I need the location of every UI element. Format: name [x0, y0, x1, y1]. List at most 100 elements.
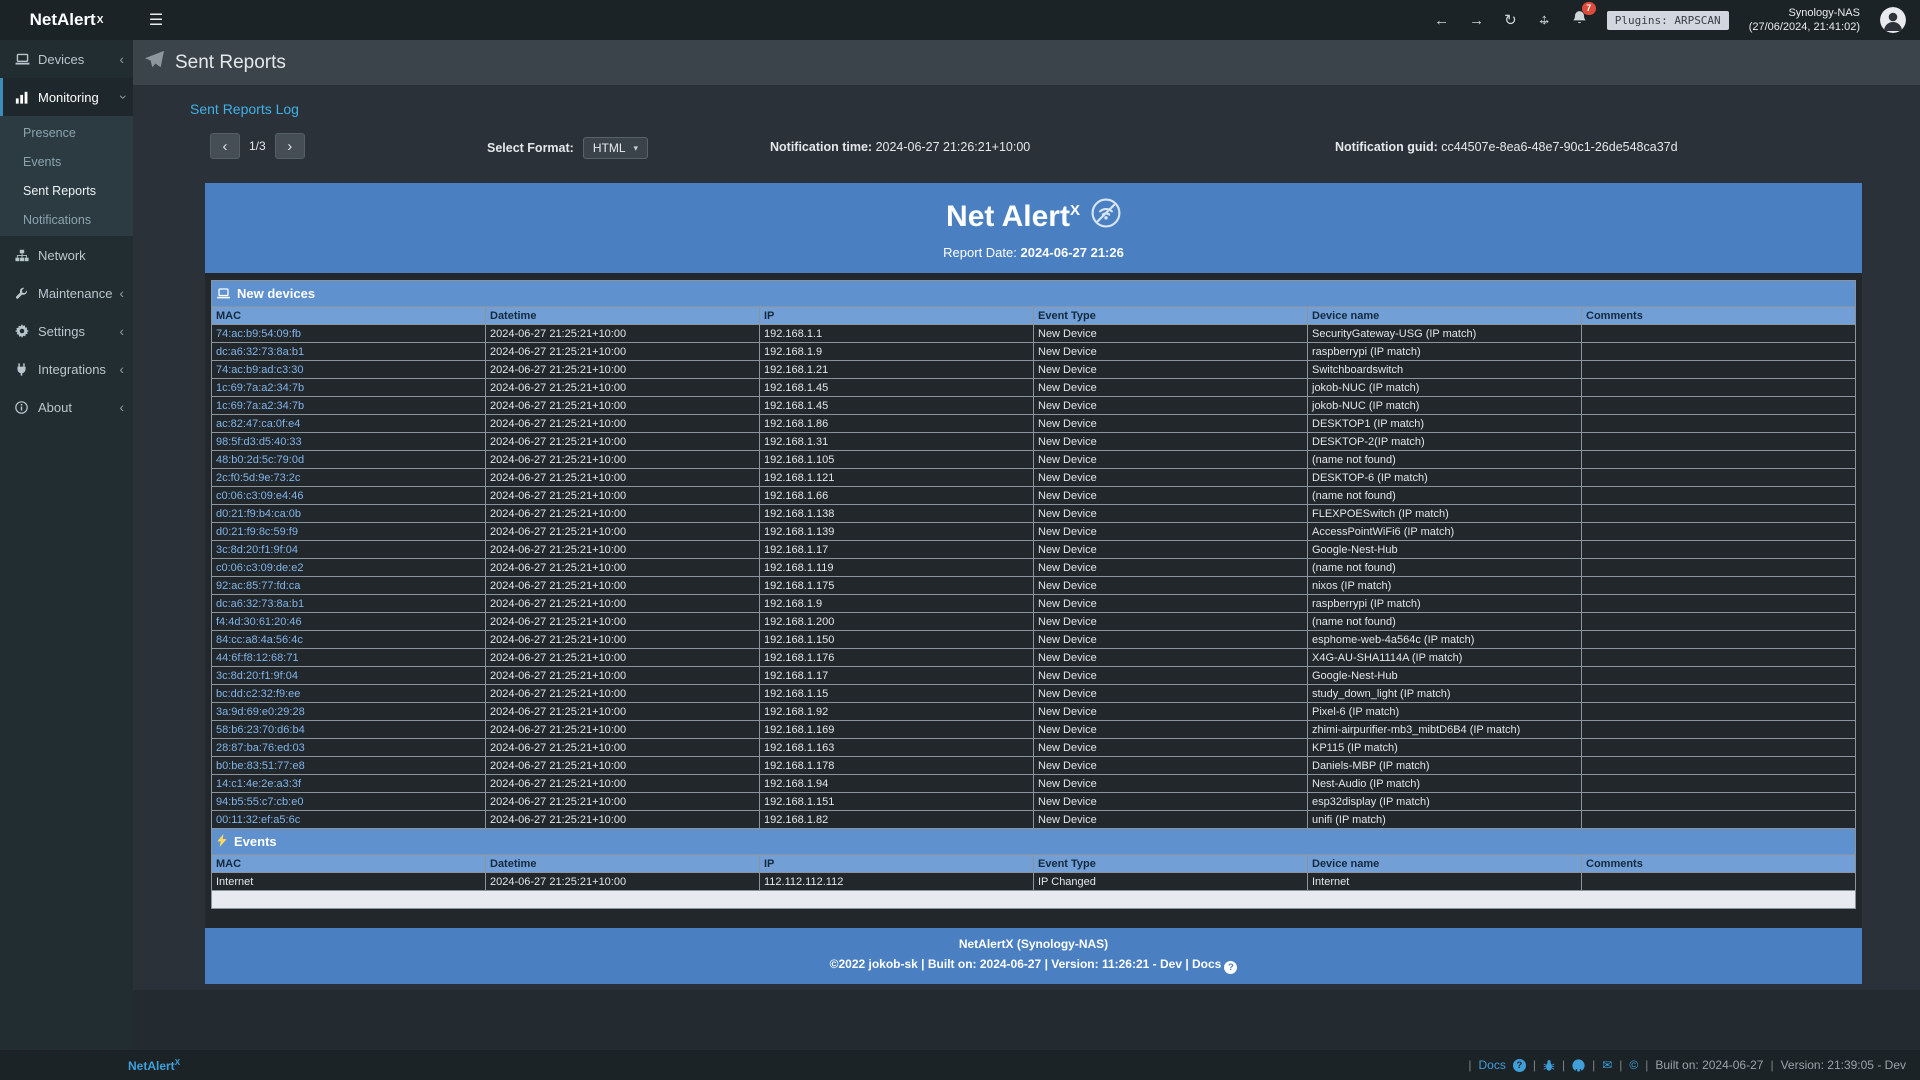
- sidebar-item-events[interactable]: Events: [0, 147, 133, 176]
- sidebar-item-settings[interactable]: Settings ‹: [0, 312, 133, 350]
- mac-cell[interactable]: f4:4d:30:61:20:46: [212, 613, 486, 631]
- mac-address-link[interactable]: 92:ac:85:77:fd:ca: [216, 580, 300, 592]
- mac-cell[interactable]: 00:11:32:ef:a5:6c: [212, 811, 486, 829]
- forward-icon[interactable]: →: [1469, 13, 1484, 28]
- refresh-icon[interactable]: ↻: [1504, 13, 1517, 28]
- mac-cell[interactable]: 1c:69:7a:a2:34:7b: [212, 379, 486, 397]
- mac-cell[interactable]: 2c:f0:5d:9e:73:2c: [212, 469, 486, 487]
- sidebar-item-devices[interactable]: Devices ‹: [0, 40, 133, 78]
- prev-page-button[interactable]: ‹: [210, 133, 240, 159]
- mac-address-link[interactable]: bc:dd:c2:32:f9:ee: [216, 688, 300, 700]
- mac-address-link[interactable]: 48:b0:2d:5c:79:0d: [216, 454, 304, 466]
- mac-address-link[interactable]: 28:87:ba:76:ed:03: [216, 742, 305, 754]
- copyright-icon[interactable]: ©: [1629, 1058, 1638, 1072]
- mac-address-link[interactable]: d0:21:f9:b4:ca:0b: [216, 508, 301, 520]
- mac-address-link[interactable]: c0:06:c3:09:e4:46: [216, 490, 303, 502]
- mac-cell[interactable]: dc:a6:32:73:8a:b1: [212, 595, 486, 613]
- event-type-cell: New Device: [1034, 505, 1308, 523]
- user-avatar[interactable]: [1880, 7, 1906, 33]
- docs-link[interactable]: Docs: [1479, 1058, 1506, 1072]
- plug-icon: [15, 363, 38, 376]
- mac-cell[interactable]: 1c:69:7a:a2:34:7b: [212, 397, 486, 415]
- mac-cell[interactable]: 74:ac:b9:54:09:fb: [212, 325, 486, 343]
- sidebar-item-network[interactable]: Network: [0, 236, 133, 274]
- notifications-bell[interactable]: 7: [1572, 10, 1587, 31]
- mac-cell[interactable]: 94:b5:55:c7:cb:e0: [212, 793, 486, 811]
- mac-address-link[interactable]: 3c:8d:20:f1:9f:04: [216, 544, 298, 556]
- mac-address-link[interactable]: 14:c1:4e:2e:a3:3f: [216, 778, 301, 790]
- sidebar-item-monitoring[interactable]: Monitoring ‹: [0, 78, 133, 116]
- mac-address-link[interactable]: c0:06:c3:09:de:e2: [216, 562, 303, 574]
- brand-logo[interactable]: NetAlertX: [0, 0, 133, 40]
- mac-cell[interactable]: 98:5f:d3:d5:40:33: [212, 433, 486, 451]
- sidebar-item-about[interactable]: About ‹: [0, 388, 133, 426]
- footer-brand-link[interactable]: NetAlertX: [128, 1058, 180, 1073]
- email-icon[interactable]: ✉: [1602, 1058, 1612, 1072]
- mac-cell[interactable]: 58:b6:23:70:d6:b4: [212, 721, 486, 739]
- sidebar-item-notifications[interactable]: Notifications: [0, 205, 133, 234]
- report-table-row: 58:b6:23:70:d6:b42024-06-27 21:25:21+10:…: [212, 721, 1856, 739]
- sidebar-item-integrations[interactable]: Integrations ‹: [0, 350, 133, 388]
- mac-address-link[interactable]: 2c:f0:5d:9e:73:2c: [216, 472, 300, 484]
- mac-address-link[interactable]: b0:be:83:51:77:e8: [216, 760, 305, 772]
- next-page-button[interactable]: ›: [275, 133, 305, 159]
- mac-cell[interactable]: 28:87:ba:76:ed:03: [212, 739, 486, 757]
- mac-address-link[interactable]: f4:4d:30:61:20:46: [216, 616, 302, 628]
- mac-address-link[interactable]: d0:21:f9:8c:59:f9: [216, 526, 298, 538]
- mac-address-link[interactable]: 74:ac:b9:54:09:fb: [216, 328, 301, 340]
- mac-cell[interactable]: 3a:9d:69:e0:29:28: [212, 703, 486, 721]
- mac-cell[interactable]: 14:c1:4e:2e:a3:3f: [212, 775, 486, 793]
- move-icon[interactable]: ↔↕: [1537, 12, 1552, 28]
- mac-address-link[interactable]: 1c:69:7a:a2:34:7b: [216, 400, 304, 412]
- monitoring-icon: [15, 91, 38, 104]
- mac-cell[interactable]: 74:ac:b9:ad:c3:30: [212, 361, 486, 379]
- mac-address-link[interactable]: 3a:9d:69:e0:29:28: [216, 706, 305, 718]
- mac-cell[interactable]: bc:dd:c2:32:f9:ee: [212, 685, 486, 703]
- ip-cell: 192.168.1.9: [760, 595, 1034, 613]
- question-circle-icon[interactable]: ?: [1513, 1059, 1526, 1072]
- mac-cell[interactable]: 3c:8d:20:f1:9f:04: [212, 667, 486, 685]
- bug-report-icon[interactable]: [1543, 1059, 1555, 1072]
- mac-cell[interactable]: 92:ac:85:77:fd:ca: [212, 577, 486, 595]
- mac-cell[interactable]: c0:06:c3:09:de:e2: [212, 559, 486, 577]
- mac-address-link[interactable]: ac:82:47:ca:0f:e4: [216, 418, 300, 430]
- github-icon[interactable]: [1572, 1059, 1585, 1072]
- sidebar-item-presence[interactable]: Presence: [0, 118, 133, 147]
- comments-cell: [1582, 811, 1856, 829]
- back-icon[interactable]: ←: [1434, 13, 1449, 28]
- mac-cell[interactable]: ac:82:47:ca:0f:e4: [212, 415, 486, 433]
- mac-cell[interactable]: 44:6f:f8:12:68:71: [212, 649, 486, 667]
- report-controls: ‹ 1/3 › Select Format: HTML ▾ Notificati…: [133, 121, 1920, 173]
- mac-address-link[interactable]: 58:b6:23:70:d6:b4: [216, 724, 305, 736]
- ip-cell: 192.168.1.169: [760, 721, 1034, 739]
- sidebar-toggle-button[interactable]: ☰: [133, 0, 179, 40]
- format-select[interactable]: HTML ▾: [583, 137, 648, 159]
- mac-cell[interactable]: 84:cc:a8:4a:56:4c: [212, 631, 486, 649]
- event-type-cell: New Device: [1034, 343, 1308, 361]
- mac-address-link[interactable]: 44:6f:f8:12:68:71: [216, 652, 299, 664]
- mac-cell[interactable]: c0:06:c3:09:e4:46: [212, 487, 486, 505]
- report-table-row: 94:b5:55:c7:cb:e02024-06-27 21:25:21+10:…: [212, 793, 1856, 811]
- mac-address-link[interactable]: 84:cc:a8:4a:56:4c: [216, 634, 303, 646]
- mac-cell[interactable]: d0:21:f9:8c:59:f9: [212, 523, 486, 541]
- event-type-cell: New Device: [1034, 361, 1308, 379]
- mac-cell[interactable]: dc:a6:32:73:8a:b1: [212, 343, 486, 361]
- mac-address-link[interactable]: dc:a6:32:73:8a:b1: [216, 346, 304, 358]
- mac-address-link[interactable]: 74:ac:b9:ad:c3:30: [216, 364, 303, 376]
- plugins-badge[interactable]: Plugins: ARPSCAN: [1607, 11, 1729, 30]
- mac-address-link[interactable]: 00:11:32:ef:a5:6c: [216, 814, 300, 826]
- sent-reports-log-link[interactable]: Sent Reports Log: [190, 101, 299, 117]
- mac-address-link[interactable]: dc:a6:32:73:8a:b1: [216, 598, 304, 610]
- mac-address-link[interactable]: 98:5f:d3:d5:40:33: [216, 436, 302, 448]
- sidebar-item-sent-reports[interactable]: Sent Reports: [0, 176, 133, 205]
- mac-address-link[interactable]: 94:b5:55:c7:cb:e0: [216, 796, 303, 808]
- mac-address-link[interactable]: 3c:8d:20:f1:9f:04: [216, 670, 298, 682]
- mac-cell[interactable]: 48:b0:2d:5c:79:0d: [212, 451, 486, 469]
- mac-cell[interactable]: 3c:8d:20:f1:9f:04: [212, 541, 486, 559]
- sidebar-item-maintenance[interactable]: Maintenance ‹: [0, 274, 133, 312]
- mac-cell[interactable]: b0:be:83:51:77:e8: [212, 757, 486, 775]
- event-type-cell: New Device: [1034, 613, 1308, 631]
- mac-cell[interactable]: d0:21:f9:b4:ca:0b: [212, 505, 486, 523]
- mac-address-link[interactable]: 1c:69:7a:a2:34:7b: [216, 382, 304, 394]
- notification-guid-label: Notification guid:: [1335, 140, 1438, 154]
